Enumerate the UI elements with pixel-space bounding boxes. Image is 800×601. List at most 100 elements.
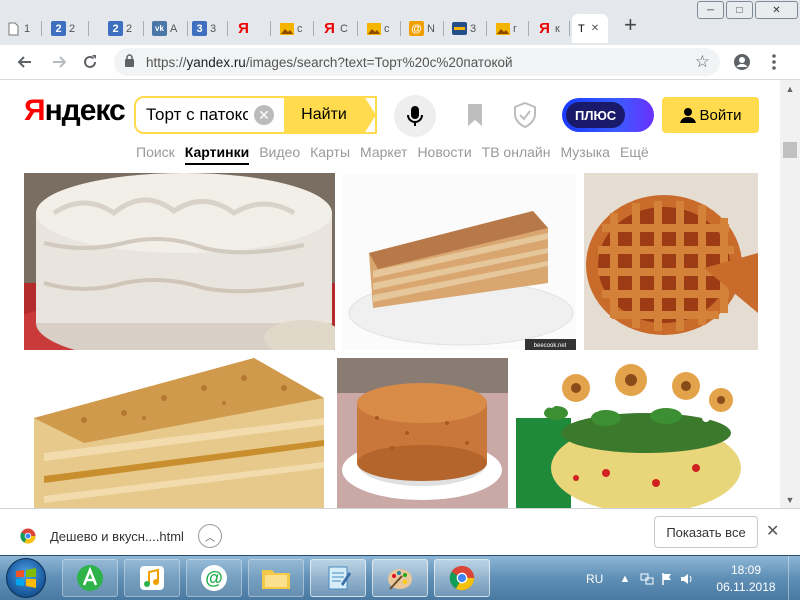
browser-tab[interactable]: Як [531,14,570,43]
collections-bookmark-icon[interactable] [466,103,484,127]
nav-item[interactable]: Поиск [136,144,175,165]
tab-title: 3 [470,22,477,35]
doc-icon [6,21,21,36]
shield-check-icon[interactable] [513,101,537,129]
image-icon [366,21,381,36]
nav-item[interactable]: Музыка [560,144,610,165]
taskbar-app-chrome[interactable] [434,559,490,597]
result-image-flower-decorated-cake[interactable] [516,358,758,508]
bookmark-star-icon[interactable]: ☆ [695,52,710,72]
language-indicator[interactable]: RU [586,572,603,586]
network-icon[interactable] [640,572,654,586]
menu-dots-icon[interactable] [763,51,785,73]
browser-tab[interactable]: 33 [186,14,228,43]
new-tab-button[interactable]: + [624,14,637,36]
taskbar-app-music[interactable] [124,559,180,597]
start-button[interactable] [6,558,46,598]
url-scheme: https:// [146,54,187,70]
window-controls: ─ □ ✕ [697,1,798,19]
clear-search-icon[interactable]: ✕ [254,105,274,125]
scroll-up-arrow-icon[interactable]: ▲ [780,80,800,97]
result-image-cake-white-frosting[interactable] [24,173,335,350]
watermark-text: beecook.net [534,343,567,349]
close-tab-icon[interactable]: ✕ [591,23,599,34]
browser-tab[interactable]: с [273,14,314,43]
taskbar-app-mail[interactable]: @ [186,559,242,597]
scroll-down-arrow-icon[interactable]: ▼ [780,491,800,508]
speaker-icon[interactable] [680,572,694,586]
nav-item[interactable]: Ещё [620,144,649,165]
system-tray: RU ▲ 18:09 06.11.2018 [580,556,800,601]
show-desktop-button[interactable] [788,556,800,601]
nav-item[interactable]: Маркет [360,144,407,165]
forward-arrow-icon[interactable] [48,51,70,73]
nav-item[interactable]: Картинки [184,144,250,165]
user-icon [679,108,696,123]
find-button[interactable]: Найти [284,96,376,134]
logo-rest: ндекс [44,94,126,127]
nav-item[interactable]: ТВ онлайн [482,144,551,165]
browser-tab[interactable]: 1 [0,14,42,43]
login-button[interactable]: Войти [662,97,759,133]
yandex-logo[interactable]: Яндекс [24,94,126,128]
account-icon[interactable] [731,51,753,73]
scroll-thumb[interactable] [783,142,797,158]
show-all-downloads-button[interactable]: Показать все [654,516,758,548]
music-note-icon [140,566,164,590]
close-shelf-icon[interactable]: ✕ [766,521,779,541]
logo-first-letter: Я [24,94,46,127]
show-hidden-icons-icon[interactable]: ▲ [618,572,632,586]
result-image-nut-crumb-cake-slice[interactable] [24,358,330,508]
url-text: https://yandex.ru/images/search?text=Тор… [146,55,513,70]
chrome-icon [449,565,475,591]
taskbar-app-explorer[interactable] [248,559,304,597]
maximize-button[interactable]: □ [726,1,753,19]
numbered-tab-icon: 2 [51,21,66,36]
tab-title: T [578,22,585,35]
browser-tab[interactable]: @ N [403,14,444,43]
browser-tab-strip: + ─ □ ✕ 1 2 2 2 2 vk А 3 3 Яс Я Сс @ N 3 r Як T ✕ [0,0,800,45]
windows-taskbar: @ RU ▲ 18:09 06.11.2018 [0,555,800,601]
tab-title: 1 [24,22,31,35]
taskbar-app-paint[interactable] [372,559,428,597]
browser-toolbar: https://yandex.ru/images/search?text=Тор… [0,45,800,80]
tab-title: С [340,22,348,35]
nav-item[interactable]: Новости [417,144,471,165]
browser-tab[interactable]: ЯС [316,14,358,43]
result-image-honey-cake-slice[interactable]: beecook.net [343,173,576,350]
nav-item[interactable]: Карты [310,144,350,165]
close-window-button[interactable]: ✕ [755,1,798,19]
browser-tab[interactable]: r [489,14,529,43]
chevron-up-icon[interactable]: ︿ [197,524,222,548]
download-item[interactable]: Дешево и вкусн....html ︿ [20,524,222,548]
tab-title: к [555,22,560,35]
flag-icon[interactable] [660,572,674,586]
browser-tab[interactable]: с [360,14,401,43]
taskbar-app-green-a[interactable] [62,559,118,597]
browser-tab[interactable]: 22 [102,14,144,43]
reload-icon[interactable] [79,51,101,73]
result-image-lattice-pie[interactable] [584,173,758,350]
browser-tab[interactable]: Я [230,14,271,43]
taskbar-app-notepad[interactable] [310,559,366,597]
browser-tab[interactable]: 22 [45,14,89,43]
plus-button[interactable]: ПЛЮС [562,98,654,132]
system-clock[interactable]: 18:09 06.11.2018 [710,562,782,596]
page-scrollbar[interactable]: ▲ ▼ [780,80,800,508]
browser-tab[interactable]: 3 [446,14,487,43]
tab-active[interactable]: T ✕ [572,14,608,43]
image-icon [279,21,294,36]
clock-date: 06.11.2018 [716,580,776,594]
browser-tab[interactable]: vk А [146,14,188,43]
back-arrow-icon[interactable] [14,51,36,73]
microphone-icon[interactable] [394,95,436,137]
search-input[interactable] [146,105,248,125]
green-a-icon [77,565,103,591]
tab-title: с [297,22,303,35]
result-image-honey-cake-round[interactable] [337,358,508,508]
minimize-button[interactable]: ─ [697,1,724,19]
nav-item[interactable]: Видео [259,144,300,165]
address-bar[interactable]: https://yandex.ru/images/search?text=Тор… [114,48,720,76]
yandex-icon: Я [539,20,550,37]
numbered-tab-icon: 3 [192,21,207,36]
